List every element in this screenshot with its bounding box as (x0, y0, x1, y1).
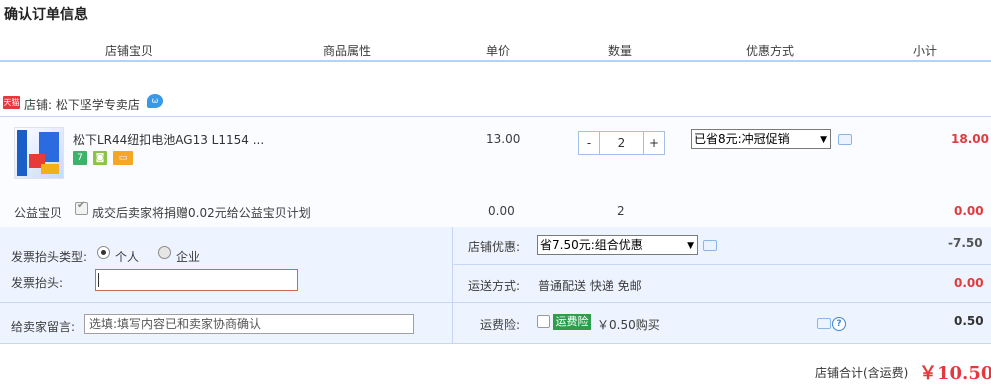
shop-discount-label: 店铺优惠: (468, 240, 521, 254)
shop-discount-select-value: 省7.50元:组合优惠 (540, 238, 643, 252)
insurance-label: 运费险: (480, 318, 521, 332)
shop-discount-select[interactable]: 省7.50元:组合优惠 ▼ (537, 235, 698, 255)
charity-text: 成交后卖家将捐赠0.02元给公益宝贝计划 (92, 206, 311, 220)
total-divider (0, 343, 991, 344)
discount-chat-icon[interactable] (703, 240, 717, 251)
table-header: 店铺宝贝 商品属性 单价 数量 优惠方式 小计 (0, 34, 991, 62)
item-subtotal: 18.00 (951, 132, 989, 146)
charity-price: 0.00 (488, 204, 515, 218)
unit-price: 13.00 (486, 132, 521, 146)
shop-total-value: ￥10.50 (919, 363, 991, 384)
shop-discount-amount: -7.50 (948, 236, 983, 250)
page-title: 确认订单信息 (4, 7, 88, 23)
insurance-chat-icon[interactable] (817, 318, 831, 329)
tmall-badge: 天猫 (3, 96, 20, 109)
product-name-link[interactable]: 松下LR44纽扣电池AG13 L1154 ... (73, 131, 264, 148)
panel-divider (453, 264, 991, 265)
col-header-subtotal: 小计 (913, 44, 938, 58)
promotion-select[interactable]: 已省8元:冲冠促销 ▼ (691, 129, 831, 149)
insurance-price-text: ￥0.50购买 (597, 318, 660, 332)
col-header-shop-item: 店铺宝贝 (105, 44, 154, 58)
help-icon[interactable]: ? (832, 317, 846, 331)
increase-quantity-button[interactable]: + (643, 132, 664, 154)
invoice-personal-radio[interactable] (97, 246, 110, 259)
panel-divider (0, 302, 452, 303)
insurance-amount: 0.50 (954, 314, 984, 328)
invoice-company-radio[interactable] (158, 246, 171, 259)
promotion-select-value: 已省8元:冲冠促销 (694, 132, 790, 146)
credit-card-icon[interactable]: ▭ (113, 151, 133, 165)
shop-total-label: 店铺合计(含运费) (815, 366, 909, 380)
7-day-return-icon[interactable]: 7 (73, 151, 87, 165)
col-header-attributes: 商品属性 (323, 44, 372, 58)
charity-label: 公益宝贝 (14, 206, 63, 220)
seller-message-input[interactable]: 选填:填写内容已和卖家协商确认 (84, 314, 414, 334)
chevron-down-icon: ▼ (687, 241, 694, 251)
text-caret (98, 273, 99, 287)
guarantee-icon[interactable]: ◙ (93, 151, 107, 165)
shipping-label: 运送方式: (468, 279, 521, 293)
wangwang-icon[interactable]: ω (147, 94, 163, 108)
panel-divider (453, 302, 991, 303)
invoice-type-label: 发票抬头类型: (11, 250, 88, 264)
invoice-company-label[interactable]: 企业 (176, 248, 200, 265)
insurance-badge: 运费险 (553, 314, 591, 330)
chevron-down-icon: ▼ (820, 135, 827, 145)
col-header-quantity: 数量 (608, 44, 633, 58)
charity-checkbox[interactable]: ✔ (75, 200, 88, 215)
product-thumbnail[interactable] (14, 127, 64, 179)
col-header-unit-price: 单价 (486, 44, 511, 58)
invoice-title-label: 发票抬头: (11, 276, 64, 290)
invoice-title-input[interactable] (95, 269, 298, 291)
decrease-quantity-button[interactable]: - (579, 132, 600, 154)
col-header-discount: 优惠方式 (746, 44, 795, 58)
quantity-input[interactable]: 2 (600, 132, 643, 154)
charity-quantity: 2 (617, 204, 625, 218)
insurance-checkbox[interactable] (537, 315, 550, 328)
panel-divider (452, 227, 453, 343)
quantity-stepper: - 2 + (578, 131, 665, 155)
shipping-amount: 0.00 (954, 276, 984, 290)
promotion-chat-icon[interactable] (838, 134, 852, 145)
charity-subtotal: 0.00 (954, 204, 984, 218)
seller-message-label: 给卖家留言: (11, 320, 76, 334)
shop-name[interactable]: 店铺: 松下坚学专卖店 (24, 96, 140, 113)
shipping-method: 普通配送 快递 免邮 (538, 279, 642, 293)
invoice-personal-label[interactable]: 个人 (115, 248, 139, 265)
